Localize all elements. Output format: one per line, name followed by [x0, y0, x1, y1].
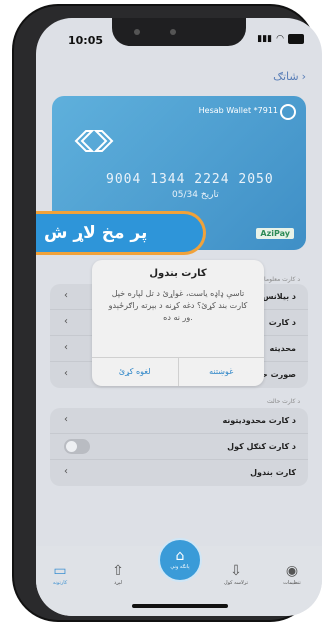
- close-card-dialog: کارت بندول تاسې ډاډه یاست، غواړئ د تل لپ…: [92, 260, 264, 386]
- back-button[interactable]: شاتګ ›: [273, 70, 306, 83]
- continue-banner[interactable]: پر مخ لاړ ش: [36, 211, 206, 255]
- sensor-dot: [170, 29, 176, 35]
- payment-brand-badge: AziPay: [256, 228, 294, 239]
- list-item-label: د کارت: [268, 318, 296, 327]
- refresh-icon[interactable]: [280, 104, 296, 120]
- chevron-left-icon: ‹: [64, 414, 68, 425]
- chevron-left-icon: ‹: [64, 342, 68, 353]
- back-label: شاتګ: [273, 70, 299, 83]
- dialog-buttons: لغوه کړئ غوښتنه: [92, 357, 264, 386]
- tab-cards[interactable]: ▭ کارتونه: [40, 562, 80, 586]
- tab-send[interactable]: ⇧ لېږد: [98, 562, 138, 586]
- tab-label: ترلاسه کول: [223, 580, 249, 586]
- tab-label: پانګه ونې: [170, 564, 190, 570]
- card-number: 9004 1344 2224 2050: [106, 172, 274, 187]
- chevron-left-icon: ‹: [64, 368, 68, 379]
- card-logo-icon: [74, 130, 114, 152]
- chevron-left-icon: ‹: [64, 316, 68, 327]
- list-item-close-card[interactable]: کارت بندول ‹: [50, 460, 308, 486]
- list-item-label: د کارت کنګل کول: [227, 442, 296, 451]
- chevron-left-icon: ‹: [64, 290, 68, 301]
- notch: [112, 18, 246, 46]
- tab-center-action[interactable]: ⌂ پانګه ونې: [158, 538, 202, 582]
- card-icon: ▭: [53, 563, 67, 579]
- freeze-toggle[interactable]: [64, 439, 90, 454]
- card-expiry: تاریخ 05/34: [172, 190, 219, 200]
- tab-receive[interactable]: ⇩ ترلاسه کول: [216, 562, 256, 586]
- list-item-label: کارت بندول: [250, 468, 296, 477]
- list-item-label: محدیته: [269, 344, 296, 353]
- battery-icon: [288, 34, 304, 44]
- status-icons: ▮▮▮ ◠: [257, 34, 304, 44]
- status-time: 10:05: [68, 34, 104, 47]
- card-status-group: د کارت محدودیتونه ‹ د کارت کنګل کول کارت…: [50, 408, 308, 486]
- status-bar: 10:05 ▮▮▮ ◠: [36, 18, 322, 52]
- confirm-button[interactable]: غوښتنه: [179, 358, 265, 386]
- home-indicator: [132, 604, 228, 608]
- section-card-status-title: د کارت حالت: [267, 398, 300, 405]
- tab-label: کارتونه: [52, 580, 68, 586]
- tab-label: تنظیمات: [283, 580, 301, 586]
- phone-frame: 10:05 ▮▮▮ ◠ شاتګ › Hesab Wallet *7911 90…: [14, 6, 322, 620]
- upload-icon: ⇧: [112, 563, 124, 579]
- list-item-label: د کارت محدودیتونه: [222, 416, 296, 425]
- expiry-label: تاریخ: [200, 190, 219, 200]
- tab-bar: ▭ کارتونه ⇧ لېږد ⌂ پانګه ونې ⇩ ترلاسه کو…: [36, 538, 322, 616]
- screen: 10:05 ▮▮▮ ◠ شاتګ › Hesab Wallet *7911 90…: [36, 18, 322, 616]
- wifi-icon: ◠: [276, 34, 284, 44]
- download-icon: ⇩: [230, 563, 242, 579]
- list-item-freeze-card[interactable]: د کارت کنګل کول: [50, 434, 308, 460]
- tab-label: لېږد: [113, 580, 123, 586]
- dialog-message: تاسې ډاډه یاست، غواړئ د تل لپاره خپل کار…: [108, 289, 248, 322]
- card-wallet-label: Hesab Wallet *7911: [198, 106, 278, 115]
- camera-dot: [134, 29, 140, 35]
- chevron-right-icon: ›: [301, 70, 306, 83]
- dialog-title: کارت بندول: [149, 268, 207, 279]
- expiry-value: 05/34: [172, 190, 198, 200]
- store-icon: ⌂: [175, 548, 185, 564]
- signal-icon: ▮▮▮: [257, 34, 273, 44]
- section-card-info-title: د کارت معلومات: [258, 276, 300, 283]
- play-circle-icon: ◉: [285, 563, 299, 579]
- list-item-label: د بیلانس: [262, 292, 296, 301]
- cancel-button[interactable]: لغوه کړئ: [92, 358, 179, 386]
- list-item-card-limits[interactable]: د کارت محدودیتونه ‹: [50, 408, 308, 434]
- tab-settings[interactable]: ◉ تنظیمات: [272, 562, 312, 586]
- chevron-left-icon: ‹: [64, 466, 68, 477]
